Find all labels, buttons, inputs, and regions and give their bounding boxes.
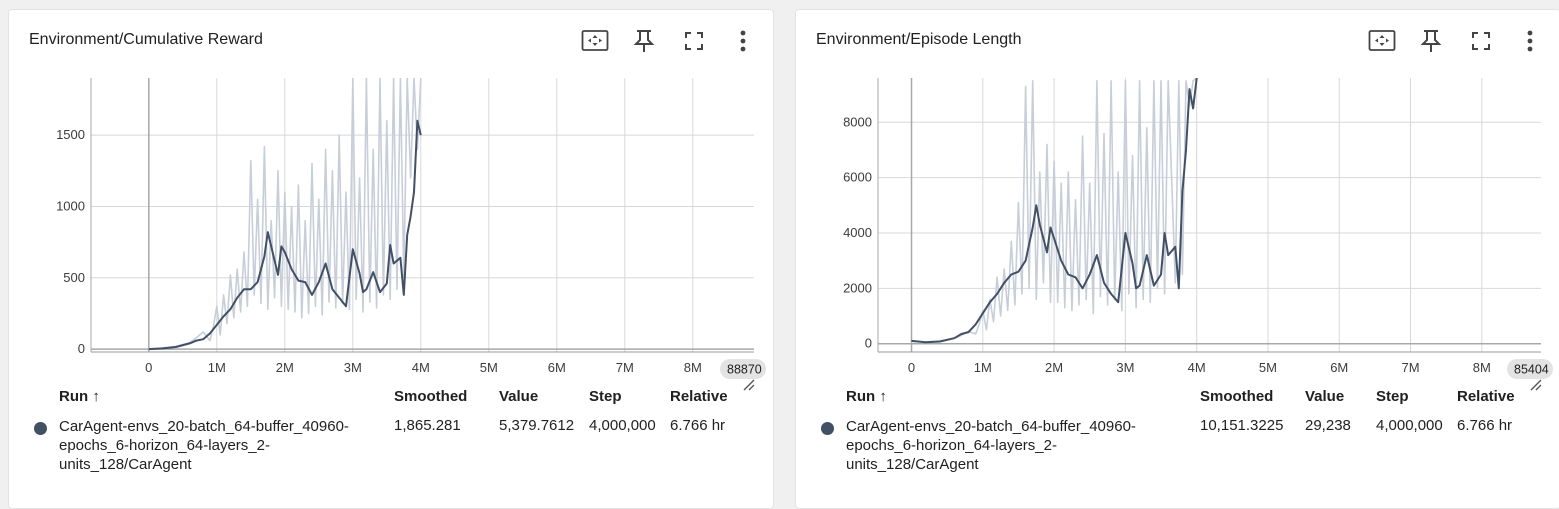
run-name-line: epochs_6-horizon_64-layers_2- bbox=[846, 437, 1057, 454]
x-hover-badge-text: 85404 bbox=[1514, 363, 1549, 377]
y-tick-label: 0 bbox=[78, 341, 85, 356]
x-tick-label: 7M bbox=[616, 360, 634, 375]
cell-relative: 6.766 hr bbox=[670, 417, 726, 434]
run-color-dot bbox=[34, 422, 47, 435]
y-tick-label: 1000 bbox=[56, 198, 85, 213]
y-tick-label: 2000 bbox=[843, 280, 872, 295]
col-header-smoothed[interactable]: Smoothed bbox=[1200, 388, 1273, 405]
x-tick-label: 0 bbox=[145, 360, 152, 375]
y-tick-label: 6000 bbox=[843, 170, 872, 185]
x-tick-label: 0 bbox=[908, 360, 915, 375]
col-header-value[interactable]: Value bbox=[1305, 388, 1344, 405]
cell-value: 5,379.7612 bbox=[499, 417, 575, 434]
y-tick-label: 1500 bbox=[56, 127, 85, 142]
more-vert-icon[interactable] bbox=[1515, 26, 1545, 56]
x-tick-label: 3M bbox=[1116, 360, 1134, 375]
run-name-line: CarAgent-envs_20-batch_64-buffer_40960- bbox=[846, 418, 1136, 435]
x-tick-label: 8M bbox=[1473, 360, 1491, 375]
x-tick-label: 1M bbox=[974, 360, 992, 375]
resize-handle-icon[interactable] bbox=[1530, 379, 1542, 391]
run-color-dot bbox=[821, 422, 834, 435]
pin-icon[interactable] bbox=[629, 26, 659, 56]
x-tick-label: 6M bbox=[548, 360, 566, 375]
run-name-line: units_128/CarAgent bbox=[59, 456, 192, 473]
x-tick-label: 6M bbox=[1330, 360, 1348, 375]
fit-domain-icon[interactable] bbox=[580, 26, 610, 56]
chart-plot[interactable]: 0 1M 2M 3M 4M 5M 6M 7M 8M 0 2000 4000 6000 8000 85404 bbox=[796, 62, 1559, 392]
fit-domain-icon[interactable] bbox=[1367, 26, 1397, 56]
col-header-run[interactable]: Run ↑ bbox=[846, 388, 887, 405]
chart-title: Environment/Cumulative Reward bbox=[29, 31, 263, 48]
col-header-relative[interactable]: Relative bbox=[670, 388, 728, 405]
run-name-line: epochs_6-horizon_64-layers_2- bbox=[59, 437, 270, 454]
chart-title: Environment/Episode Length bbox=[816, 31, 1022, 48]
x-tick-label: 4M bbox=[1188, 360, 1206, 375]
x-tick-label: 2M bbox=[276, 360, 294, 375]
pin-icon[interactable] bbox=[1416, 26, 1446, 56]
run-name: CarAgent-envs_20-batch_64-buffer_40960- … bbox=[846, 417, 1166, 474]
y-tick-label: 4000 bbox=[843, 225, 872, 240]
x-tick-label: 5M bbox=[1259, 360, 1277, 375]
x-tick-label: 2M bbox=[1045, 360, 1063, 375]
run-name-line: units_128/CarAgent bbox=[846, 456, 979, 473]
y-tick-label: 0 bbox=[865, 336, 872, 351]
x-tick-label: 1M bbox=[208, 360, 226, 375]
x-tick-label: 4M bbox=[412, 360, 430, 375]
cell-smoothed: 10,151.3225 bbox=[1200, 417, 1284, 434]
y-tick-label: 500 bbox=[63, 270, 85, 285]
col-header-step[interactable]: Step bbox=[589, 388, 622, 405]
col-header-value[interactable]: Value bbox=[499, 388, 538, 405]
x-tick-label: 8M bbox=[684, 360, 702, 375]
fullscreen-icon[interactable] bbox=[1466, 26, 1496, 56]
resize-handle-icon[interactable] bbox=[743, 379, 755, 391]
cell-relative: 6.766 hr bbox=[1457, 417, 1513, 434]
x-tick-label: 5M bbox=[480, 360, 498, 375]
run-name: CarAgent-envs_20-batch_64-buffer_40960- … bbox=[59, 417, 379, 474]
cell-step: 4,000,000 bbox=[1376, 417, 1443, 434]
chart-card-episode-length: Environment/Episode Length 0 1M 2M 3M 4M 5M 6M… bbox=[795, 9, 1559, 509]
y-tick-label: 8000 bbox=[843, 114, 872, 129]
more-vert-icon[interactable] bbox=[728, 26, 758, 56]
cell-step: 4,000,000 bbox=[589, 417, 656, 434]
chart-card-cumulative-reward: Environment/Cumulative Reward 0 1M 2M 3M 4M 5… bbox=[8, 9, 774, 509]
cell-value: 29,238 bbox=[1305, 417, 1351, 434]
col-header-run[interactable]: Run ↑ bbox=[59, 388, 100, 405]
x-hover-badge-text: 88870 bbox=[727, 363, 762, 377]
fullscreen-icon[interactable] bbox=[679, 26, 709, 56]
x-tick-label: 7M bbox=[1402, 360, 1420, 375]
run-name-line: CarAgent-envs_20-batch_64-buffer_40960- bbox=[59, 418, 349, 435]
x-tick-label: 3M bbox=[344, 360, 362, 375]
col-header-step[interactable]: Step bbox=[1376, 388, 1409, 405]
cell-smoothed: 1,865.281 bbox=[394, 417, 461, 434]
chart-plot[interactable]: 0 1M 2M 3M 4M 5M 6M 7M 8M 0 500 1000 1500 88870 bbox=[9, 62, 775, 392]
col-header-smoothed[interactable]: Smoothed bbox=[394, 388, 467, 405]
col-header-relative[interactable]: Relative bbox=[1457, 388, 1515, 405]
